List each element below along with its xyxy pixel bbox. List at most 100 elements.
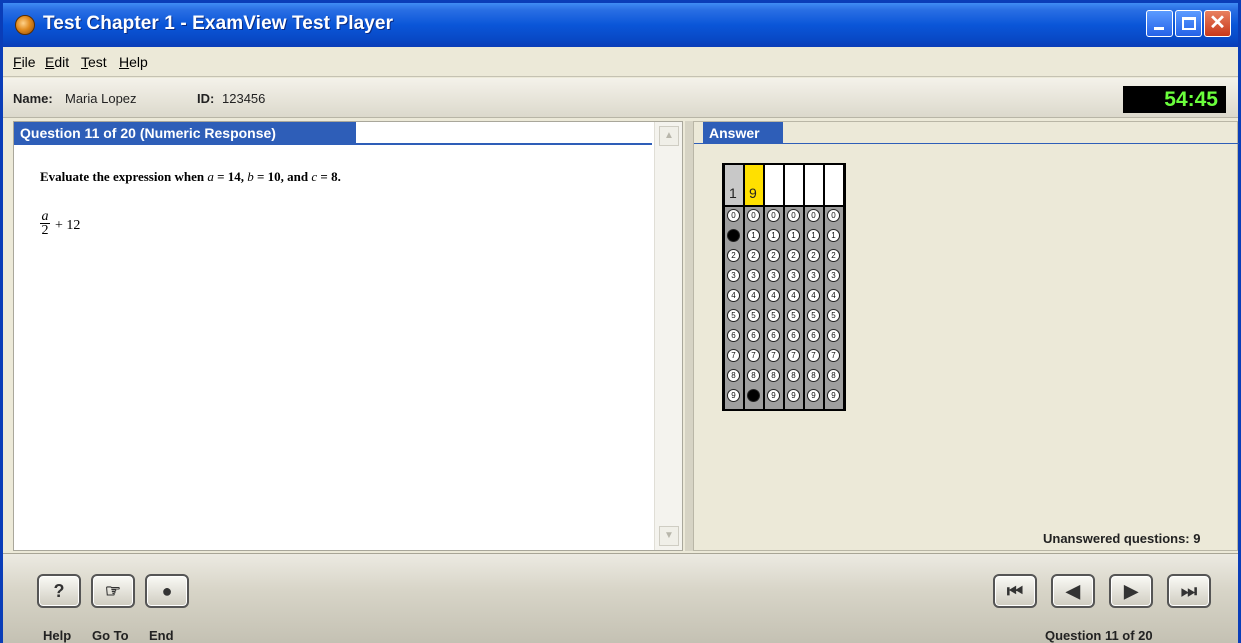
close-icon: ✕ <box>1209 12 1226 34</box>
next-question-button[interactable]: ▶ <box>1109 574 1153 608</box>
digit-bubble[interactable]: 3 <box>787 269 800 282</box>
digit-bubble[interactable]: 0 <box>807 209 820 222</box>
digit-bubble[interactable]: 8 <box>747 369 760 382</box>
digit-bubble[interactable]: 6 <box>827 329 840 342</box>
digit-bubble[interactable]: 2 <box>787 249 800 262</box>
menu-test[interactable]: Test <box>81 54 107 70</box>
digit-bubble[interactable]: 3 <box>767 269 780 282</box>
digit-bubble[interactable]: 6 <box>807 329 820 342</box>
digit-bubble[interactable]: 7 <box>727 349 740 362</box>
digit-bubble[interactable]: 2 <box>767 249 780 262</box>
digit-bubble[interactable]: 1 <box>767 229 780 242</box>
answer-panel: Answer 101234567899012345678901234567890… <box>693 121 1239 551</box>
menu-file-mnemonic: F <box>13 54 22 70</box>
digit-bubble[interactable]: 3 <box>747 269 760 282</box>
last-question-button[interactable]: ⏭ <box>1167 574 1211 608</box>
digit-bubble[interactable]: 2 <box>747 249 760 262</box>
scroll-up-icon[interactable]: ▲ <box>659 126 679 146</box>
prompt-text-1: Evaluate the expression when <box>40 169 208 184</box>
minimize-button[interactable] <box>1146 10 1173 37</box>
stop-icon: ● <box>161 581 173 601</box>
title-bar: Test Chapter 1 - ExamView Test Player ✕ <box>3 3 1238 47</box>
digit-bubble[interactable]: 7 <box>787 349 800 362</box>
question-scrollbar[interactable]: ▲ ▼ <box>654 122 682 550</box>
answer-entry-cell[interactable]: 1 <box>725 165 743 205</box>
previous-question-button[interactable]: ◀ <box>1051 574 1095 608</box>
digit-bubble[interactable]: 1 <box>827 229 840 242</box>
first-question-button[interactable]: ⏮ <box>993 574 1037 608</box>
close-button[interactable]: ✕ <box>1204 10 1231 37</box>
digit-bubble[interactable]: 7 <box>767 349 780 362</box>
digit-bubble[interactable]: 3 <box>807 269 820 282</box>
menu-help-label: elp <box>129 54 148 70</box>
digit-bubble[interactable]: 6 <box>767 329 780 342</box>
menu-file[interactable]: File <box>13 54 36 70</box>
digit-bubble[interactable]: 8 <box>827 369 840 382</box>
digit-bubble[interactable]: 2 <box>827 249 840 262</box>
digit-bubble[interactable]: 8 <box>767 369 780 382</box>
digit-bubble[interactable]: 9 <box>767 389 780 402</box>
digit-bubble[interactable]: 1 <box>787 229 800 242</box>
digit-bubble[interactable]: 5 <box>767 309 780 322</box>
digit-bubble[interactable]: 0 <box>827 209 840 222</box>
digit-bubble[interactable]: 8 <box>727 369 740 382</box>
digit-bubble[interactable]: 9 <box>747 389 760 402</box>
next-icon: ▶ <box>1124 581 1138 601</box>
menu-bar: File Edit Test Help <box>3 47 1238 77</box>
digit-bubble[interactable]: 1 <box>807 229 820 242</box>
digit-bubble[interactable]: 8 <box>787 369 800 382</box>
digit-bubble[interactable]: 1 <box>727 229 740 242</box>
digit-bubble[interactable]: 3 <box>827 269 840 282</box>
goto-button[interactable]: ☞ <box>91 574 135 608</box>
digit-bubble[interactable]: 8 <box>807 369 820 382</box>
minimize-icon <box>1154 27 1164 30</box>
answer-entry-cell[interactable]: 9 <box>745 165 763 205</box>
end-button[interactable]: ● <box>145 574 189 608</box>
digit-bubble[interactable]: 5 <box>747 309 760 322</box>
digit-bubble[interactable]: 3 <box>727 269 740 282</box>
menu-help[interactable]: Help <box>119 54 148 70</box>
digit-bubble[interactable]: 4 <box>747 289 760 302</box>
digit-bubble[interactable]: 4 <box>807 289 820 302</box>
menu-edit-mnemonic: E <box>45 54 55 70</box>
digit-bubble[interactable]: 0 <box>727 209 740 222</box>
digit-bubble[interactable]: 7 <box>827 349 840 362</box>
digit-bubble[interactable]: 5 <box>787 309 800 322</box>
answer-entry-cell[interactable] <box>765 165 783 205</box>
digit-bubble[interactable]: 6 <box>727 329 740 342</box>
digit-bubble[interactable]: 0 <box>767 209 780 222</box>
panel-splitter[interactable] <box>685 121 693 551</box>
digit-bubble[interactable]: 7 <box>807 349 820 362</box>
maximize-button[interactable] <box>1175 10 1202 37</box>
digit-bubble[interactable]: 9 <box>807 389 820 402</box>
scroll-down-icon[interactable]: ▼ <box>659 526 679 546</box>
digit-bubble[interactable]: 6 <box>747 329 760 342</box>
answer-entry-cell[interactable] <box>825 165 843 205</box>
digit-bubble[interactable]: 2 <box>807 249 820 262</box>
numeric-answer-grid: 1012345678990123456789012345678901234567… <box>722 163 846 411</box>
prompt-text-2: = 14, <box>213 169 248 184</box>
digit-bubble[interactable]: 2 <box>727 249 740 262</box>
digit-bubble[interactable]: 0 <box>787 209 800 222</box>
digit-bubble[interactable]: 1 <box>747 229 760 242</box>
window-title: Test Chapter 1 - ExamView Test Player <box>43 13 394 34</box>
digit-bubble[interactable]: 5 <box>727 309 740 322</box>
digit-bubble[interactable]: 4 <box>727 289 740 302</box>
answer-entry-cell[interactable] <box>805 165 823 205</box>
digit-bubble[interactable]: 5 <box>827 309 840 322</box>
digit-bubble[interactable]: 9 <box>827 389 840 402</box>
digit-bubble[interactable]: 4 <box>827 289 840 302</box>
digit-bubble[interactable]: 9 <box>727 389 740 402</box>
menu-edit[interactable]: Edit <box>45 54 69 70</box>
digit-bubble[interactable]: 0 <box>747 209 760 222</box>
answer-header-rule <box>694 143 1239 144</box>
digit-bubble[interactable]: 4 <box>787 289 800 302</box>
fraction-denominator: 2 <box>41 223 49 238</box>
digit-bubble[interactable]: 6 <box>787 329 800 342</box>
digit-bubble[interactable]: 5 <box>807 309 820 322</box>
answer-entry-cell[interactable] <box>785 165 803 205</box>
digit-bubble[interactable]: 9 <box>787 389 800 402</box>
help-button[interactable]: ? <box>37 574 81 608</box>
digit-bubble[interactable]: 7 <box>747 349 760 362</box>
digit-bubble[interactable]: 4 <box>767 289 780 302</box>
